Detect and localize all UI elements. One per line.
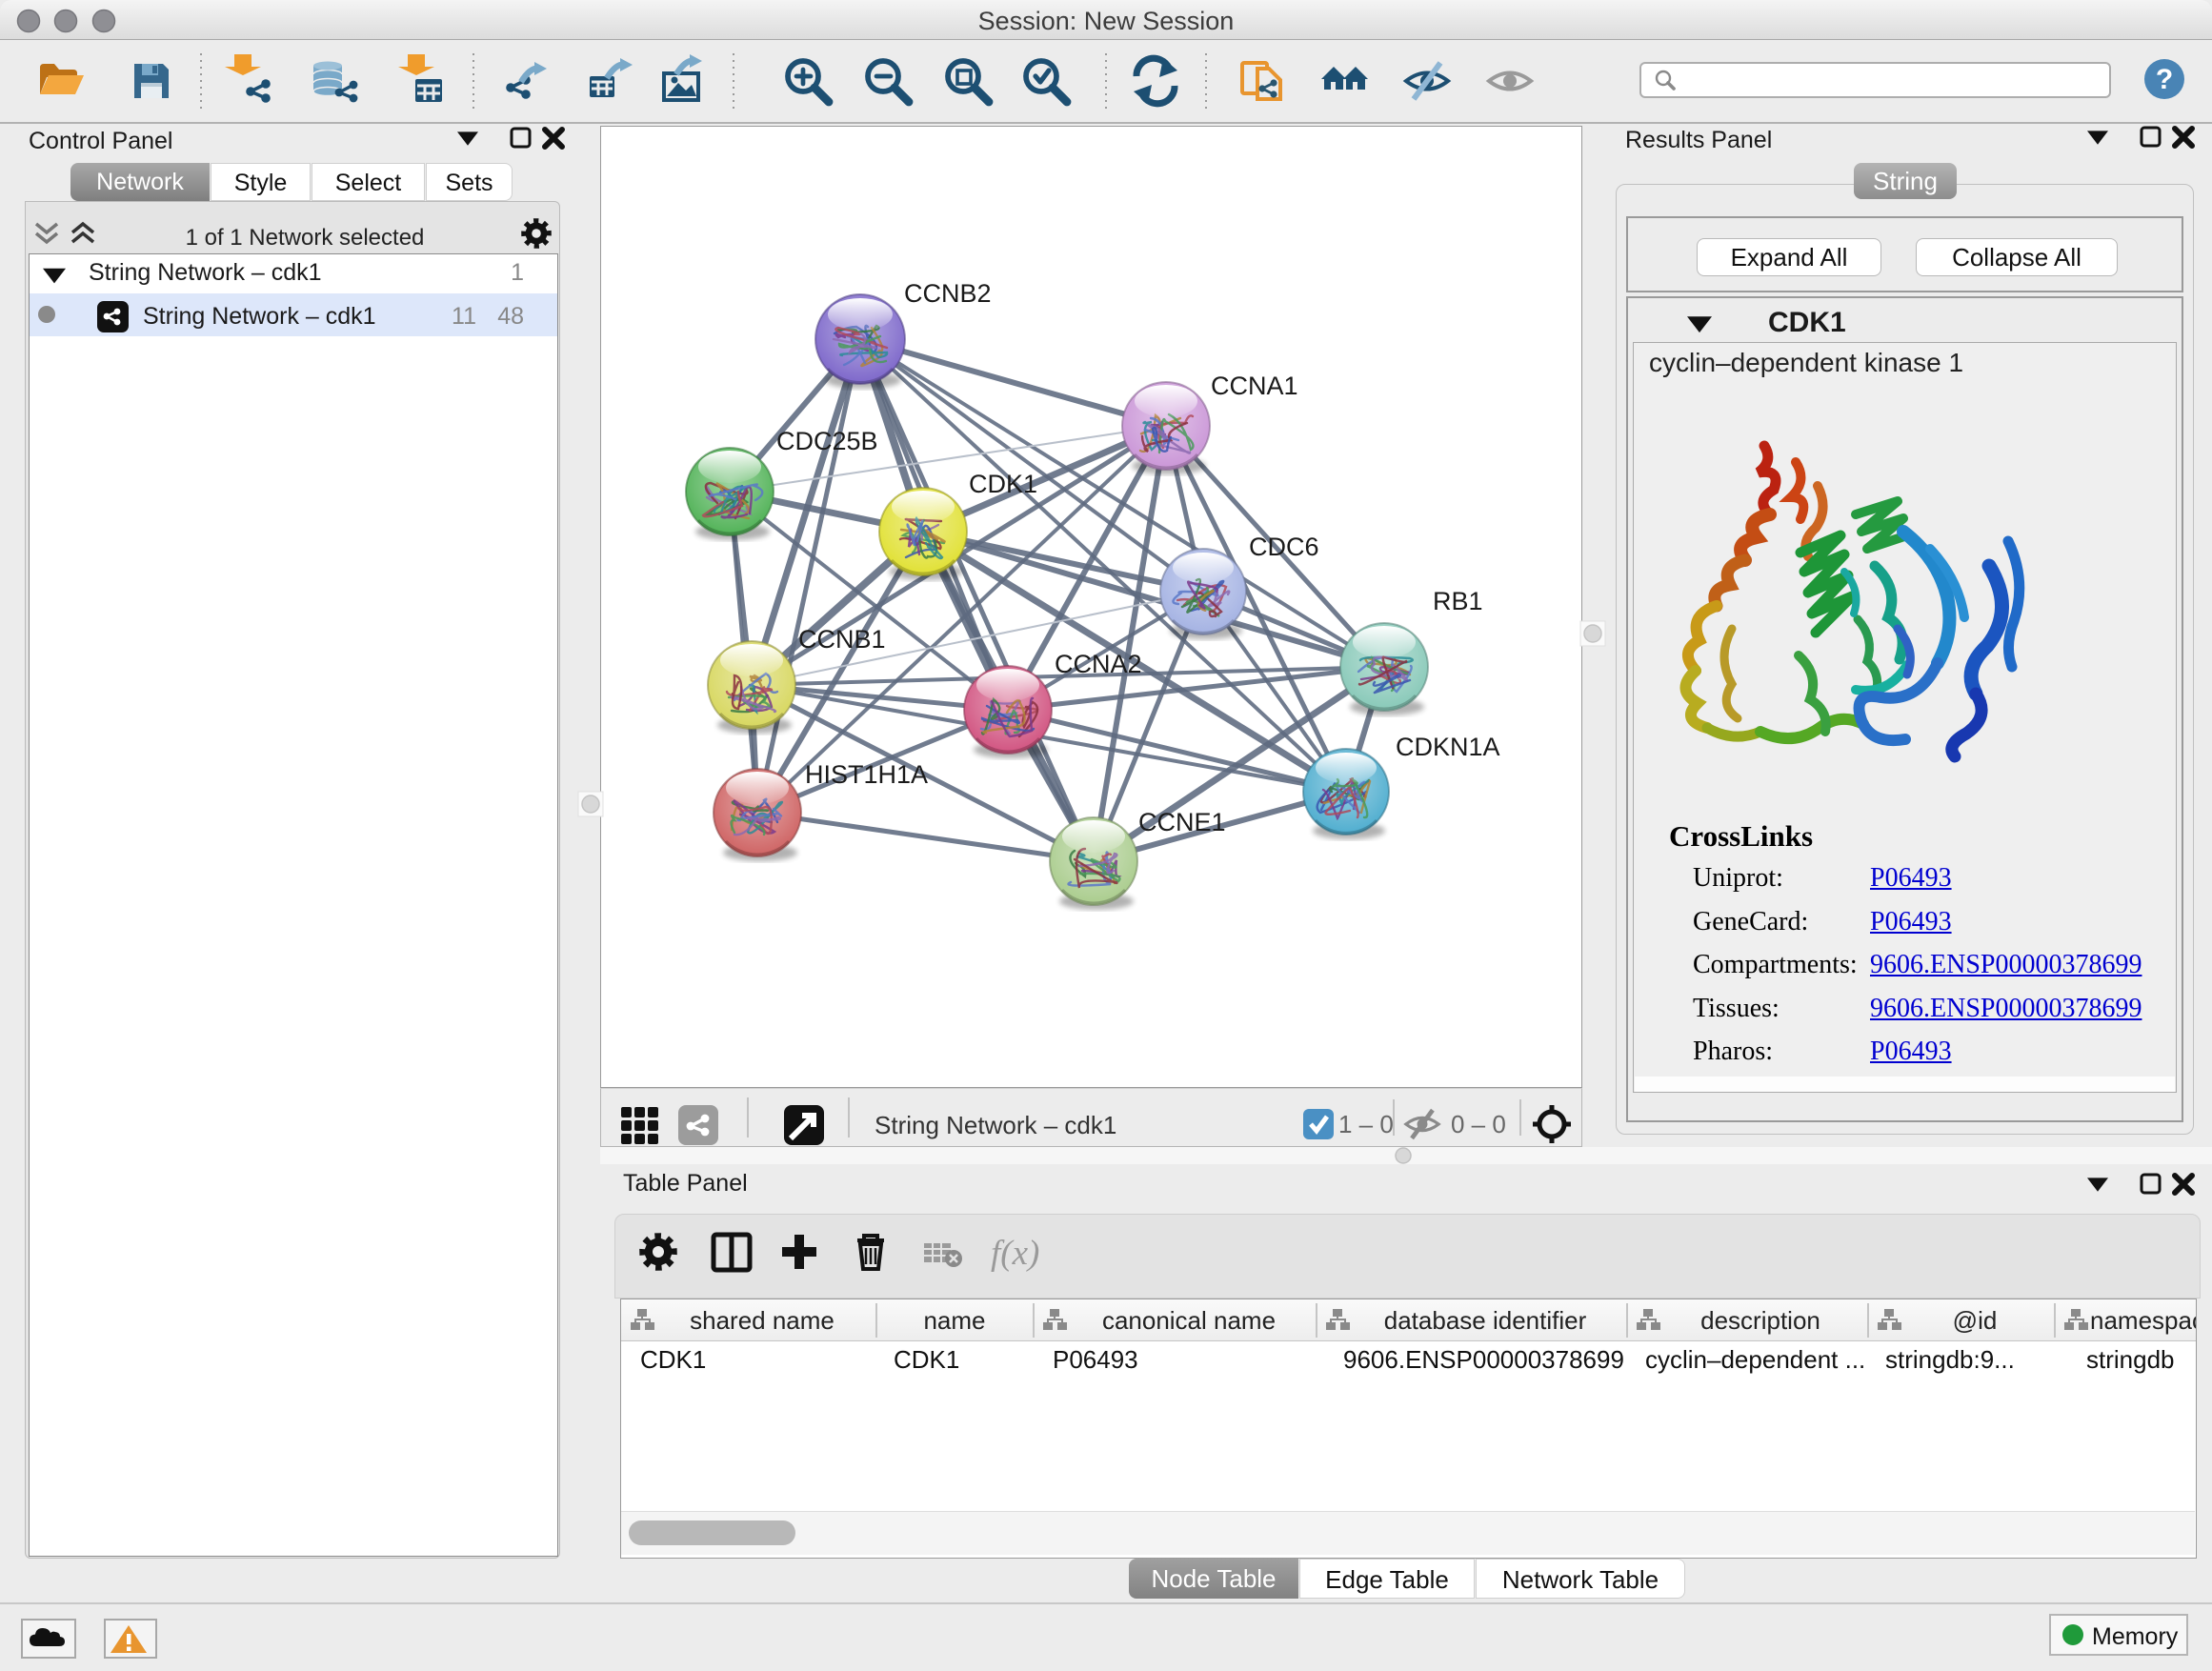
svg-text:@id: @id	[1953, 1306, 1998, 1335]
svg-text:CDC6: CDC6	[1249, 533, 1319, 561]
svg-text:?: ?	[2156, 64, 2173, 95]
svg-text:f(x): f(x)	[991, 1234, 1039, 1273]
svg-text:CDK1: CDK1	[969, 470, 1037, 498]
svg-text:database identifier: database identifier	[1384, 1306, 1587, 1335]
svg-text:CCNB2: CCNB2	[904, 279, 992, 308]
svg-text:CCNB1: CCNB1	[798, 625, 886, 654]
svg-text:namespace: namespace	[2090, 1306, 2196, 1335]
svg-text:0 – 0: 0 – 0	[1451, 1110, 1506, 1138]
svg-text:RB1: RB1	[1433, 587, 1483, 615]
svg-text:shared name: shared name	[690, 1306, 835, 1335]
svg-text:1 – 0: 1 – 0	[1338, 1110, 1394, 1138]
svg-text:description: description	[1700, 1306, 1820, 1335]
svg-text:name: name	[923, 1306, 985, 1335]
svg-text:CCNA1: CCNA1	[1211, 372, 1298, 400]
svg-text:CDKN1A: CDKN1A	[1396, 733, 1500, 761]
svg-text:HIST1H1A: HIST1H1A	[805, 760, 928, 789]
svg-text:String Network – cdk1: String Network – cdk1	[875, 1111, 1116, 1139]
svg-text:CCNE1: CCNE1	[1138, 808, 1226, 836]
svg-text:CDC25B: CDC25B	[776, 427, 878, 455]
svg-text:CCNA2: CCNA2	[1055, 650, 1142, 678]
svg-text:canonical name: canonical name	[1102, 1306, 1276, 1335]
